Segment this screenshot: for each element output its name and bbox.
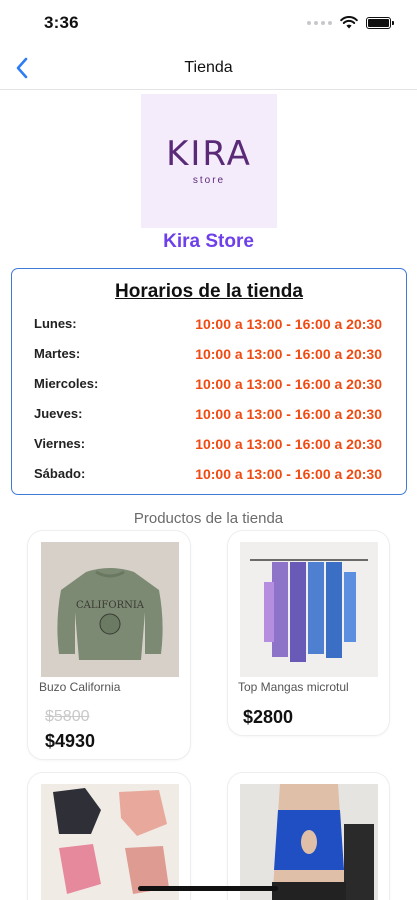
cellular-signal-icon [307,20,332,25]
hours-row-thursday: Jueves: 10:00 a 13:00 - 16:00 a 20:30 [34,406,394,426]
logo-subtitle: store [192,174,226,186]
status-icons [307,16,394,29]
hours-day: Viernes: [34,436,86,451]
home-indicator [138,886,278,891]
svg-text:CALIFORNIA: CALIFORNIA [76,600,145,611]
hours-row-saturday: Sábado: 10:00 a 13:00 - 16:00 a 20:30 [34,466,394,486]
original-price: $5800 [45,708,90,725]
knit-tops-photo [41,784,179,900]
products-heading: Productos de la tienda [133,510,284,527]
logo-wordmark: KIRA [166,133,252,174]
hours-row-wednesday: Miercoles: 10:00 a 13:00 - 16:00 a 20:30 [34,376,394,396]
hours-row-monday: Lunes: 10:00 a 13:00 - 16:00 a 20:30 [34,316,394,336]
store-hours-card: Horarios de la tienda Lunes: 10:00 a 13:… [11,268,407,495]
store-name: Kira Store [163,231,254,252]
product-card[interactable]: Top Mangas microtul $2800 [227,530,390,736]
hours-row-tuesday: Martes: 10:00 a 13:00 - 16:00 a 20:30 [34,346,394,366]
hours-time: 10:00 a 13:00 - 16:00 a 20:30 [195,376,382,392]
page-title: Tienda [184,59,233,76]
product-name: Buzo California [39,680,121,694]
status-bar: 3:36 [0,0,417,46]
hours-time: 10:00 a 13:00 - 16:00 a 20:30 [195,406,382,422]
product-image: CALIFORNIA [41,542,179,677]
product-price: $4930 [45,731,96,751]
hours-time: 10:00 a 13:00 - 16:00 a 20:30 [195,346,382,362]
sweatshirt-photo: CALIFORNIA [41,542,179,677]
hours-time: 10:00 a 13:00 - 16:00 a 20:30 [195,436,382,452]
product-card[interactable]: CALIFORNIA Buzo California $5800 $4930 [27,530,191,760]
hours-time: 10:00 a 13:00 - 16:00 a 20:30 [195,466,382,482]
hours-time: 10:00 a 13:00 - 16:00 a 20:30 [195,316,382,332]
product-name: Top Mangas microtul [238,680,349,694]
hours-day: Miercoles: [34,376,99,391]
hours-day: Lunes: [34,316,77,331]
store-screen: 3:36 Tienda KIRA store Kira Store Horari… [0,0,417,900]
product-image [240,542,378,677]
hours-day: Jueves: [34,406,83,421]
tops-on-rack-photo [240,542,378,677]
crop-top-photo [240,784,378,900]
wifi-icon [340,16,358,29]
product-price: $2800 [243,707,294,727]
product-image [41,784,179,900]
status-time: 3:36 [44,13,79,32]
hours-title: Horarios de la tienda [115,281,303,302]
hours-day: Sábado: [34,466,86,481]
hours-row-friday: Viernes: 10:00 a 13:00 - 16:00 a 20:30 [34,436,394,456]
product-card[interactable] [27,772,191,900]
product-image [240,784,378,900]
hours-day: Martes: [34,346,81,361]
navigation-bar: Tienda [0,46,417,90]
product-card[interactable] [227,772,390,900]
battery-icon [366,16,394,29]
store-logo: KIRA store [141,94,277,228]
